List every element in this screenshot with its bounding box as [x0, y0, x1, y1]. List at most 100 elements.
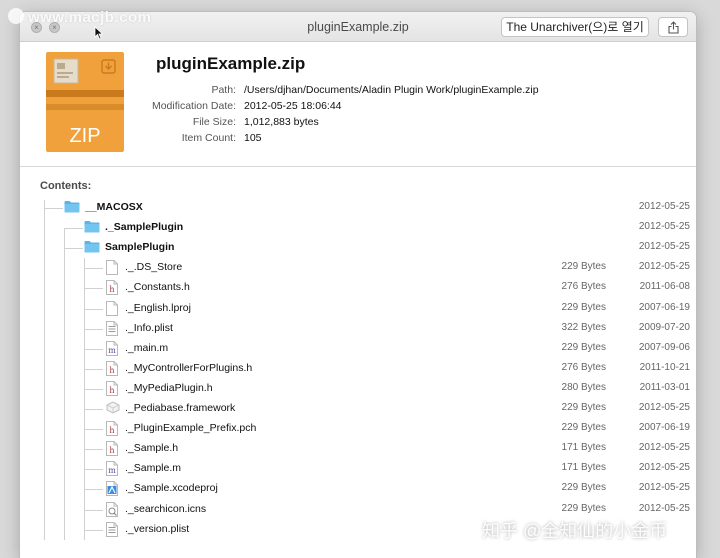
svg-text:h: h: [109, 446, 114, 455]
tree-connector: [84, 268, 103, 270]
watermark-text: www.macjb.com: [28, 9, 152, 26]
mouse-cursor-icon: [94, 26, 104, 40]
entry-date: 2012-05-25: [638, 221, 690, 233]
svg-text:h: h: [109, 285, 114, 294]
svg-text:m: m: [108, 466, 116, 475]
entry-date: 2012-05-25: [638, 402, 690, 413]
entry-name: ._.DS_Store: [125, 261, 183, 274]
entry-date: 2007-06-19: [638, 422, 690, 434]
entry-name: __MACOSX: [85, 201, 143, 213]
contents-heading: Contents:: [40, 180, 92, 192]
h-file-icon: h: [106, 360, 118, 379]
icns-file-icon: [106, 501, 118, 520]
tree-connector: [84, 388, 103, 390]
file-size-value: 1,012,883 bytes: [244, 116, 319, 128]
entry-name: ._Sample.xcodeproj: [125, 482, 218, 495]
entry-name: SamplePlugin: [105, 241, 175, 254]
entry-date: 2012-05-25: [638, 201, 690, 212]
entry-size: 229 Bytes: [561, 502, 606, 514]
entry-date: 2007-09-06: [638, 341, 690, 353]
tree-connector: [84, 308, 103, 310]
tree-connector: [84, 328, 103, 330]
entry-size: 229 Bytes: [561, 402, 606, 413]
entry-size: 229 Bytes: [561, 482, 606, 494]
archive-window: × × pluginExample.zip The Unarchiver(으)로…: [20, 12, 696, 558]
folder-icon: [84, 240, 100, 256]
entry-date: 2011-10-21: [639, 361, 690, 373]
entry-date: 2012-05-25: [638, 241, 690, 253]
folder-row[interactable]: SamplePlugin 2012-05-25: [20, 238, 696, 258]
entry-date: 2009-07-20: [638, 321, 690, 333]
file-row[interactable]: ._.DS_Store 229 Bytes 2012-05-25: [20, 258, 696, 278]
contents-tree: __MACOSX 2012-05-25 ._SamplePlugin 2012-05-…: [20, 198, 696, 558]
item-count-label: Item Count:: [181, 132, 236, 144]
entry-name: ._PluginExample_Prefix.pch: [125, 422, 257, 435]
entry-date: 2011-06-08: [639, 281, 690, 293]
blank-file-icon: [106, 300, 118, 319]
entry-name: ._English.lproj: [125, 301, 191, 314]
file-row[interactable]: m ._main.m 229 Bytes 2007-09-06: [20, 339, 696, 359]
entry-name: ._version.plist: [125, 522, 190, 535]
file-row[interactable]: ._Sample.xcodeproj 229 Bytes 2012-05-25: [20, 479, 696, 499]
framework-icon: [106, 401, 120, 417]
entry-name: ._MyPediaPlugin.h: [125, 381, 213, 394]
file-row[interactable]: ._Pediabase.framework 229 Bytes 2012-05-25: [20, 399, 696, 419]
file-row[interactable]: h ._MyControllerForPlugins.h 276 Bytes 2011…: [20, 359, 696, 379]
file-row[interactable]: ._English.lproj 229 Bytes 2007-06-19: [20, 299, 696, 319]
entry-size: 171 Bytes: [561, 462, 606, 474]
entry-name: ._Info.plist: [125, 321, 173, 334]
entry-date: 2007-06-19: [638, 301, 690, 313]
blank-file-icon: [106, 260, 118, 278]
entry-size: 322 Bytes: [561, 321, 606, 333]
file-row[interactable]: h ._MyPediaPlugin.h 280 Bytes 2011-03-01: [20, 379, 696, 399]
entry-name: ._Sample.h: [125, 442, 179, 455]
m-file-icon: m: [106, 461, 118, 479]
archive-info-panel: ZIP pluginExample.zip Path: /Users/djhan…: [20, 42, 696, 167]
m-file-icon: m: [106, 340, 118, 359]
xcodeproj-icon: [106, 481, 118, 499]
h-file-icon: h: [106, 380, 118, 399]
path-label: Path:: [211, 84, 236, 96]
entry-date: 2012-05-25: [638, 261, 690, 273]
tree-connector: [84, 469, 103, 471]
bottom-watermark: 知乎 @全知仙的小金币: [482, 521, 668, 541]
entry-size: 280 Bytes: [561, 381, 606, 393]
tree-connector: [84, 288, 103, 290]
folder-icon: [64, 200, 80, 216]
open-with-unarchiver-button[interactable]: The Unarchiver(으)로 열기: [501, 17, 649, 37]
entry-name: ._main.m: [125, 341, 169, 354]
share-button[interactable]: [658, 17, 688, 37]
file-row[interactable]: m ._Sample.m 171 Bytes 2012-05-25: [20, 459, 696, 479]
entry-name: ._Sample.m: [125, 462, 182, 475]
tree-connector: [44, 208, 63, 209]
file-size-label: File Size:: [192, 116, 236, 128]
entry-name: ._Constants.h: [125, 281, 190, 294]
tree-connector: [84, 409, 103, 410]
svg-text:m: m: [108, 346, 116, 355]
svg-text:h: h: [109, 366, 114, 375]
watermark-logo-icon: [8, 8, 24, 24]
entry-size: 276 Bytes: [561, 361, 606, 373]
tree-connector: [84, 529, 103, 531]
folder-row[interactable]: __MACOSX 2012-05-25: [20, 198, 696, 218]
zip-icon-label: ZIP: [69, 125, 100, 147]
file-row[interactable]: h ._Constants.h 276 Bytes 2011-06-08: [20, 278, 696, 298]
entry-size: 229 Bytes: [561, 422, 606, 434]
file-row[interactable]: h ._PluginExample_Prefix.pch 229 Bytes 2007…: [20, 419, 696, 439]
path-value: /Users/djhan/Documents/Aladin Plugin Wor…: [244, 84, 539, 96]
zip-archive-icon: ZIP: [46, 52, 124, 152]
tree-connector: [64, 228, 83, 230]
entry-size: 229 Bytes: [561, 341, 606, 353]
site-watermark: www.macjb.com: [8, 8, 151, 26]
folder-row[interactable]: ._SamplePlugin 2012-05-25: [20, 218, 696, 238]
entry-name: ._MyControllerForPlugins.h: [125, 361, 253, 374]
entry-size: 276 Bytes: [561, 281, 606, 293]
entry-date: 2011-03-01: [639, 381, 690, 393]
entry-size: 229 Bytes: [561, 261, 606, 273]
tree-connector: [84, 429, 103, 431]
file-row[interactable]: h ._Sample.h 171 Bytes 2012-05-25: [20, 439, 696, 459]
entry-name: ._searchicon.icns: [125, 502, 207, 515]
file-row[interactable]: ._Info.plist 322 Bytes 2009-07-20: [20, 319, 696, 339]
tree-connector: [84, 449, 103, 451]
h-file-icon: h: [106, 280, 118, 298]
